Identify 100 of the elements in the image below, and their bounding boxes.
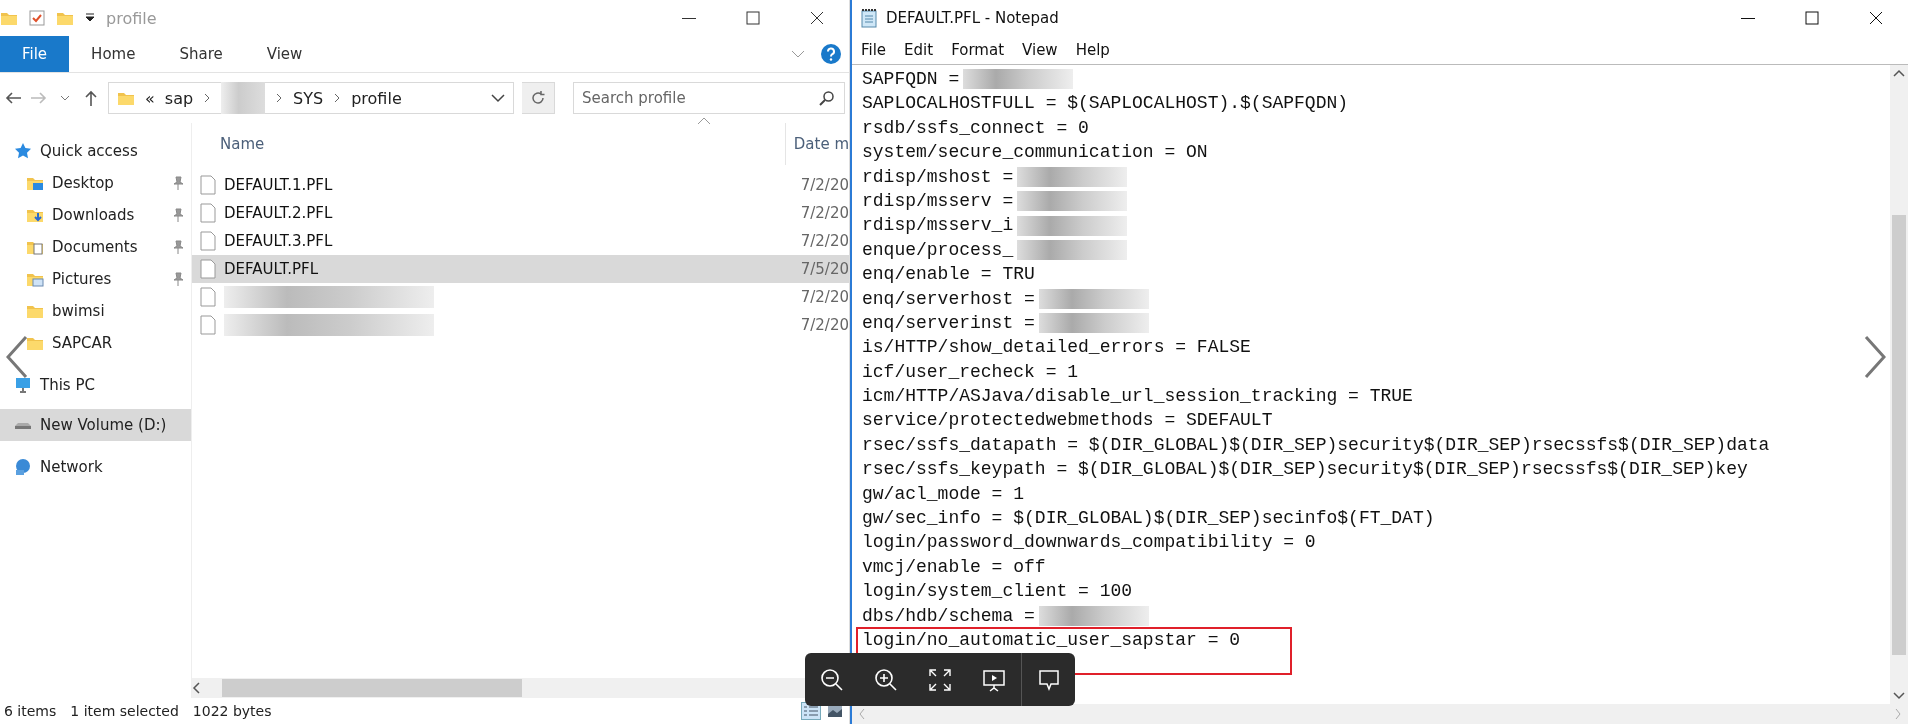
text-line: is/HTTP/show_detailed_errors = FALSE [862, 336, 1251, 360]
close-icon [809, 11, 825, 25]
file-icon [200, 287, 216, 307]
nav-label: Downloads [52, 206, 135, 224]
search-icon [819, 90, 835, 106]
menu-item[interactable]: Format [942, 41, 1014, 59]
menu-item[interactable]: View [1013, 41, 1067, 59]
file-name: DEFAULT.3.PFL [224, 232, 333, 250]
file-icon [200, 315, 216, 335]
file-row[interactable]: 7/2/20 [192, 283, 849, 311]
minimize-icon [1740, 17, 1756, 19]
scroll-left-icon [192, 682, 202, 694]
nav-item[interactable]: This PC [0, 369, 191, 401]
nav-label: Pictures [52, 270, 112, 288]
nav-label: SAPCAR [52, 334, 113, 352]
nav-item[interactable]: New Volume (D:) [0, 409, 191, 441]
search-field[interactable]: Search profile [573, 82, 845, 114]
file-menu-button[interactable]: File [0, 36, 70, 72]
nav-label: Quick access [40, 142, 138, 160]
nav-label: This PC [40, 376, 95, 394]
file-name: DEFAULT.2.PFL [224, 204, 333, 222]
text-line: login/no_automatic_user_sapstar = 0 [862, 629, 1241, 652]
redacted-block [221, 82, 266, 114]
file-date: 7/2/20 [800, 316, 849, 334]
chevron-right-icon [333, 92, 342, 104]
scrollbar-thumb[interactable] [222, 679, 522, 697]
dropdown-icon[interactable] [84, 12, 96, 24]
address-bar[interactable]: « sap SYS profile [108, 82, 514, 114]
breadcrumb[interactable]: profile [351, 88, 402, 108]
breadcrumb[interactable]: SYS [293, 88, 324, 108]
scroll-down-icon [1893, 692, 1905, 700]
file-row[interactable]: 7/2/20 [192, 311, 849, 339]
window-title: profile [106, 8, 158, 28]
text-line: icm/HTTP/ASJava/disable_url_session_tracking = TRUE [862, 385, 1413, 409]
menu-item[interactable]: Edit [895, 41, 943, 59]
text-line: dbs/hdb/schema = [862, 604, 1035, 628]
nav-item[interactable]: Documents [0, 231, 191, 263]
text-line: gw/sec_info = $(DIR_GLOBAL)$(DIR_SEP)secinfo$(FT_DAT) [862, 507, 1435, 531]
file-row[interactable]: DEFAULT.PFL 7/5/20 [192, 255, 849, 283]
nav-item[interactable]: Network [0, 451, 191, 483]
slideshow-icon [982, 667, 1006, 692]
horizontal-scrollbar[interactable] [852, 704, 1908, 724]
file-icon [200, 259, 216, 279]
file-row[interactable]: DEFAULT.3.PFL 7/2/20 [192, 227, 849, 255]
file-row[interactable]: DEFAULT.1.PFL 7/2/20 [192, 171, 849, 199]
nav-label: Desktop [52, 174, 114, 192]
text-line: login/password_downwards_compatibility = 0 [862, 531, 1316, 555]
nav-label: Documents [52, 238, 138, 256]
nav-item[interactable]: bwimsi [0, 295, 191, 327]
nav-label: New Volume (D:) [40, 416, 167, 434]
file-icon [200, 175, 216, 195]
minimize-icon [681, 17, 697, 19]
nav-item[interactable]: Downloads [0, 199, 191, 231]
selection-info: 1 item selected [70, 703, 179, 719]
file-date: 7/2/20 [800, 176, 849, 194]
column-header[interactable]: Name [192, 135, 785, 153]
file-row[interactable]: DEFAULT.2.PFL 7/2/20 [192, 199, 849, 227]
file-date: 7/2/20 [800, 204, 849, 222]
item-count: 6 items [4, 703, 57, 719]
nav-item[interactable]: SAPCAR [0, 327, 191, 359]
scroll-left-icon [858, 708, 866, 720]
column-header[interactable]: Date m [784, 123, 849, 165]
breadcrumb-overflow[interactable]: « [145, 88, 155, 108]
computer-icon [14, 376, 32, 394]
text-line: rsec/ssfs_datapath = $(DIR_GLOBAL)$(DIR_SEP)security$(DIR_SEP)rsecssfs$(DIR_SEP)data [862, 433, 1770, 457]
file-date: 7/5/20 [800, 260, 849, 278]
ribbon-tab[interactable]: Home [69, 36, 158, 72]
text-line: system/secure_communication = ON [862, 141, 1208, 165]
file-name: DEFAULT.1.PFL [224, 176, 333, 194]
file-icon [200, 231, 216, 251]
text-line: icf/user_recheck = 1 [862, 360, 1079, 384]
text-line: login/system_client = 100 [862, 580, 1133, 604]
maximize-icon [1804, 11, 1820, 25]
chevron-right-icon [1864, 335, 1886, 379]
nav-item[interactable]: Quick access [0, 135, 191, 167]
ribbon-tab[interactable]: View [244, 36, 325, 72]
notepad-icon [860, 8, 878, 28]
help-icon[interactable] [821, 44, 841, 64]
menu-item[interactable]: Help [1066, 41, 1119, 59]
chevron-right-icon [275, 92, 284, 104]
scroll-right-icon [1894, 708, 1902, 720]
refresh-button[interactable] [521, 82, 555, 114]
file-icon [200, 203, 216, 223]
zoom-in-icon [874, 667, 898, 692]
chevron-down-icon[interactable] [490, 93, 505, 103]
nav-item[interactable]: Pictures [0, 263, 191, 295]
ribbon-tab[interactable]: Share [157, 36, 245, 72]
checklist-icon[interactable] [28, 9, 46, 27]
text-line: enq/enable = TRU [862, 263, 1035, 287]
chevron-left-icon [6, 335, 28, 379]
scrollbar-thumb[interactable] [1892, 214, 1906, 655]
menu-item[interactable]: File [852, 41, 896, 59]
comment-icon [1036, 667, 1061, 692]
expand-icon [928, 667, 952, 692]
breadcrumb[interactable]: sap [164, 88, 194, 108]
vertical-scrollbar[interactable] [1890, 65, 1908, 704]
text-line: rsec/ssfs_keypath = $(DIR_GLOBAL)$(DIR_SEP)security$(DIR_SEP)rsecssfs$(DIR_SEP)key [862, 458, 1748, 482]
text-line: rdisp/mshost = [862, 165, 1014, 189]
close-icon [1868, 11, 1884, 25]
nav-item[interactable]: Desktop [0, 167, 191, 199]
